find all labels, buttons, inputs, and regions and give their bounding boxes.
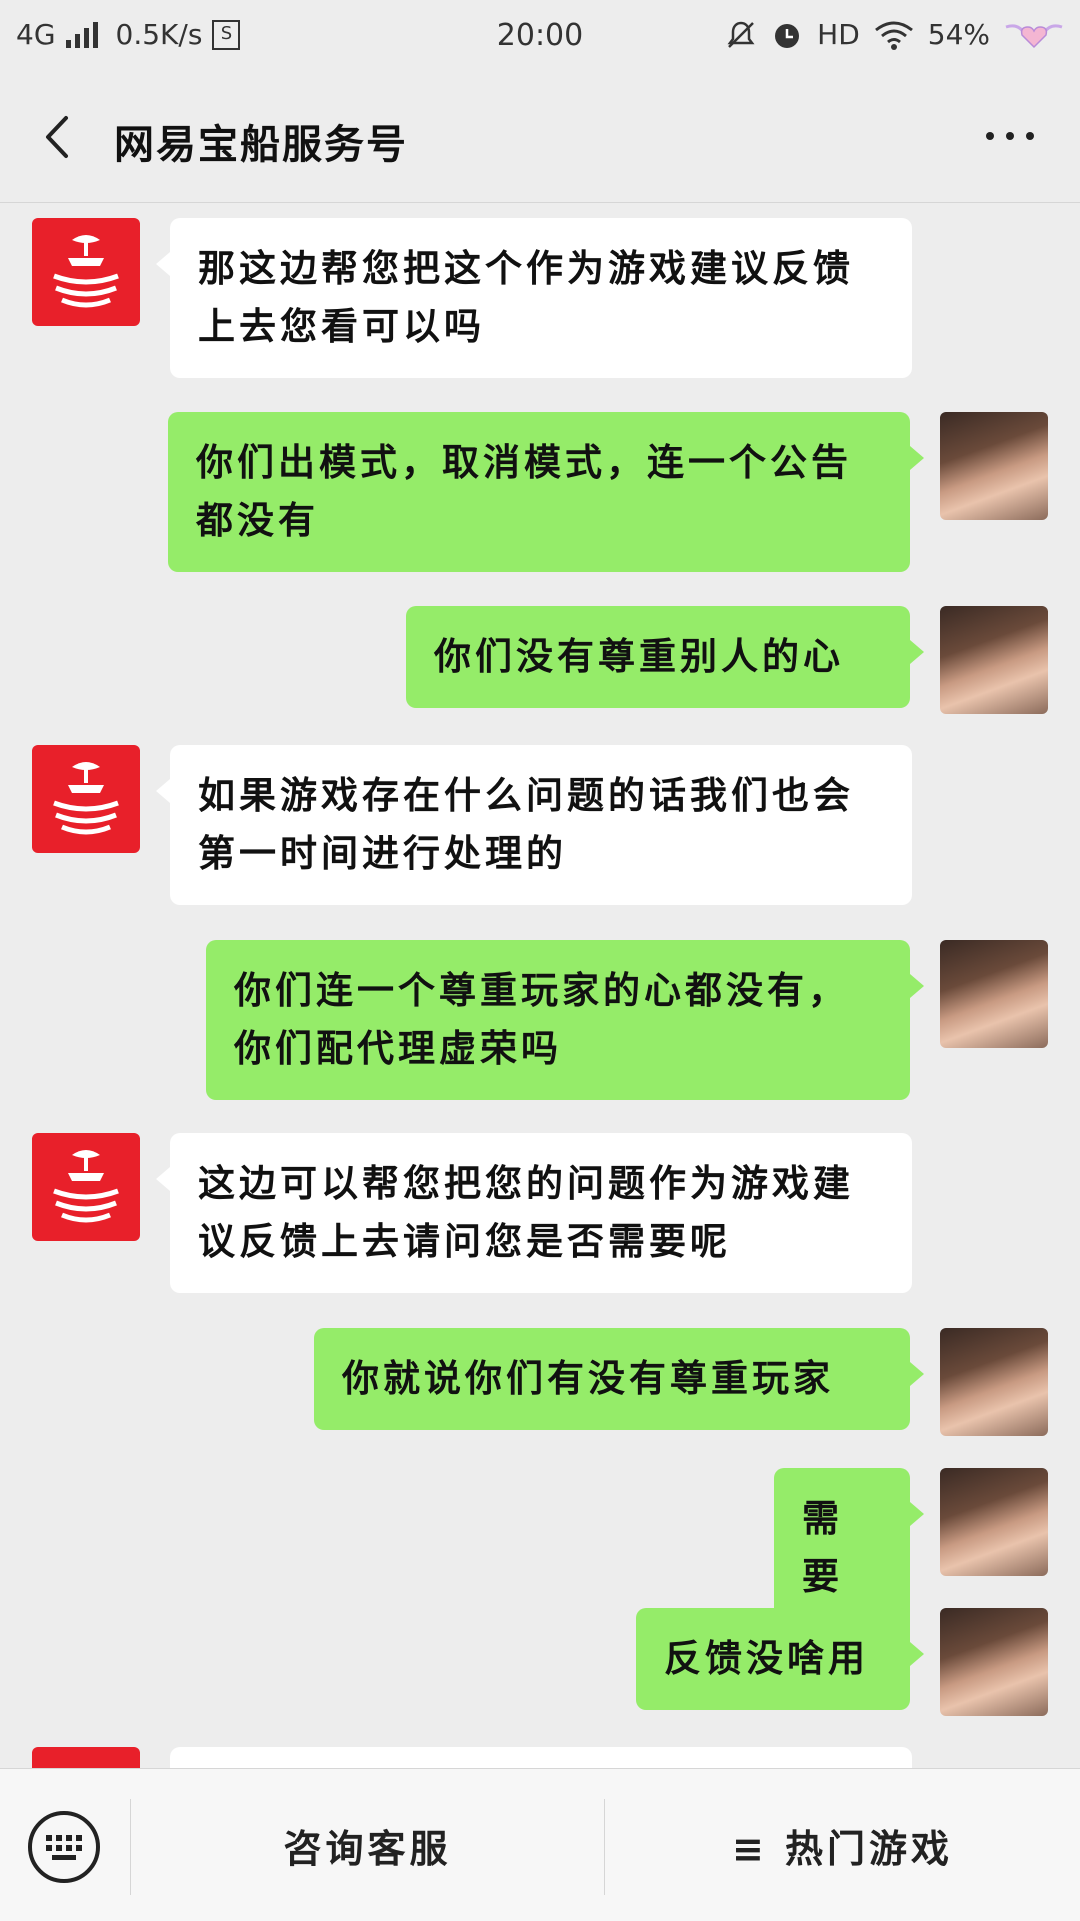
status-bar: 4G 0.5K/s S 20:00 HD 54%: [0, 0, 1080, 72]
consult-service-button[interactable]: 咨询客服: [131, 1769, 604, 1921]
hot-games-button[interactable]: ≡ 热门游戏: [605, 1769, 1080, 1921]
chat-area[interactable]: 那这边帮您把这个作为游戏建议反馈上去您看可以吗 你们出模式，取消模式，连一个公告…: [0, 203, 1080, 1768]
alarm-icon: [775, 23, 800, 48]
bottom-menu-bar: 咨询客服 ≡ 热门游戏: [0, 1768, 1080, 1921]
user-avatar[interactable]: [940, 1468, 1048, 1576]
message-bubble[interactable]: 如果游戏存在什么问题的话我们也会第一时间进行处理的: [156, 745, 912, 905]
hd-indicator: HD: [817, 18, 860, 51]
back-arrow-icon[interactable]: [34, 112, 84, 162]
message-bubble[interactable]: 你们没有尊重别人的心: [406, 606, 924, 708]
nav-bar: 网易宝船服务号: [0, 72, 1080, 203]
message-bubble[interactable]: 这边可以帮您把您的问题作为游戏建议反馈上去请问您是否需要呢: [156, 1133, 912, 1293]
service-avatar[interactable]: [32, 218, 140, 326]
service-avatar[interactable]: [32, 1747, 140, 1768]
user-avatar[interactable]: [940, 412, 1048, 520]
battery-percent: 54%: [927, 18, 990, 51]
service-avatar[interactable]: [32, 745, 140, 853]
ship-logo-icon: [53, 1150, 119, 1223]
heart-wings-icon: [1005, 23, 1063, 48]
message-bubble[interactable]: 你们出模式，取消模式，连一个公告都没有: [168, 412, 924, 572]
service-avatar[interactable]: [32, 1133, 140, 1241]
message-bubble[interactable]: 你们连一个尊重玩家的心都没有，你们配代理虚荣吗: [206, 940, 924, 1100]
message-bubble[interactable]: 需要: [774, 1468, 924, 1628]
mute-bell-icon: [727, 21, 755, 48]
user-avatar[interactable]: [940, 1328, 1048, 1436]
ship-logo-icon: [53, 235, 119, 308]
more-options-icon[interactable]: [980, 116, 1040, 156]
page-title: 网易宝船服务号: [114, 122, 408, 168]
ship-logo-icon: [53, 762, 119, 835]
user-avatar[interactable]: [940, 1608, 1048, 1716]
message-bubble[interactable]: 你就说你们有没有尊重玩家: [314, 1328, 924, 1430]
user-avatar[interactable]: [940, 940, 1048, 1048]
status-right: HD 54%: [725, 18, 1064, 51]
keyboard-icon[interactable]: [26, 1809, 102, 1885]
user-avatar[interactable]: [940, 606, 1048, 714]
message-bubble[interactable]: 那这边帮您把这个作为游戏建议反馈上去您看可以吗: [156, 218, 912, 378]
message-bubble-partial[interactable]: [170, 1747, 912, 1768]
message-bubble[interactable]: 反馈没啥用: [636, 1608, 924, 1710]
wifi-icon: [874, 21, 913, 50]
